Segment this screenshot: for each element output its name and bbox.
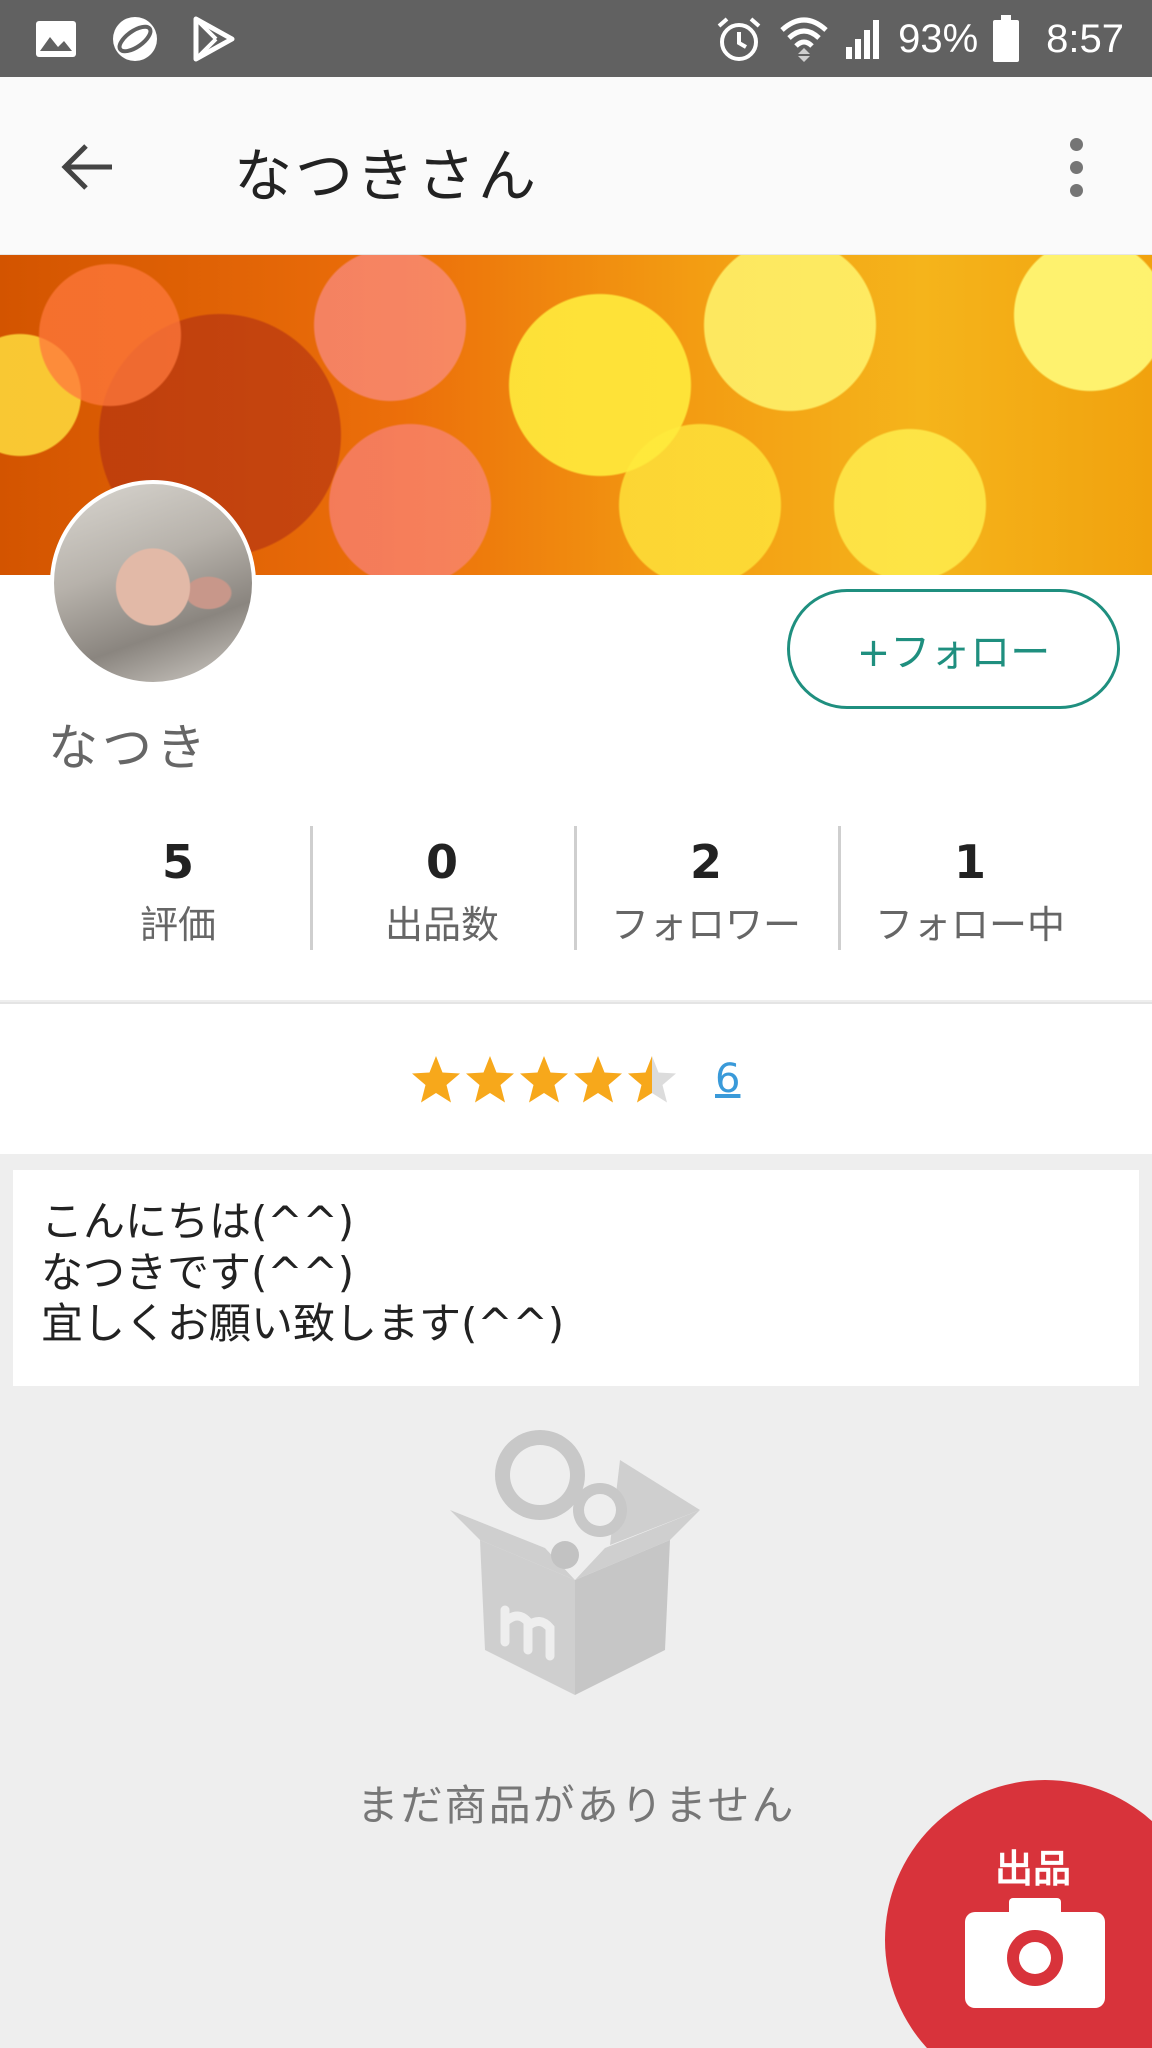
alarm-icon bbox=[717, 17, 761, 61]
stat-value: 2 bbox=[689, 835, 722, 889]
status-bar: 93% 8:57 bbox=[0, 0, 1152, 77]
stat-value: 5 bbox=[161, 835, 194, 889]
app-bar: なつきさん bbox=[0, 77, 1152, 255]
status-bar-left bbox=[34, 14, 236, 64]
star-icon bbox=[520, 1056, 568, 1103]
user-name: なつき bbox=[48, 719, 210, 777]
more-options-button[interactable] bbox=[1046, 127, 1106, 207]
star-icon bbox=[412, 1056, 460, 1103]
stat-followers[interactable]: 2 フォロワー bbox=[574, 826, 838, 950]
stat-label: フォロワー bbox=[610, 903, 801, 947]
star-rating bbox=[410, 1054, 678, 1106]
stat-value: 1 bbox=[953, 835, 986, 889]
fab-label: 出品 bbox=[995, 1847, 1072, 1891]
stat-label: フォロー中 bbox=[874, 903, 1065, 947]
arrow-back-icon bbox=[61, 144, 112, 190]
follow-button[interactable]: +フォロー bbox=[787, 589, 1120, 709]
signal-icon bbox=[846, 20, 880, 59]
star-icon bbox=[628, 1056, 676, 1103]
stat-value: 0 bbox=[425, 835, 458, 889]
empty-box-icon bbox=[450, 1430, 700, 1695]
clock: 8:57 bbox=[1046, 16, 1124, 61]
rating-count-link[interactable]: 6 bbox=[715, 1056, 740, 1102]
stat-following[interactable]: 1 フォロー中 bbox=[838, 826, 1102, 950]
stat-label: 評価 bbox=[139, 903, 216, 947]
rating-row: 6 bbox=[0, 1002, 1152, 1154]
wifi-icon bbox=[780, 17, 828, 62]
avatar[interactable] bbox=[50, 480, 256, 686]
image-icon bbox=[36, 21, 76, 57]
bio-line: 宜しくお願い致します(^^) bbox=[41, 1299, 565, 1348]
more-vert-icon bbox=[1069, 137, 1083, 151]
bio-line: なつきです(^^) bbox=[41, 1248, 355, 1297]
back-button[interactable] bbox=[48, 127, 128, 207]
profile-bio: こんにちは(^^) なつきです(^^) 宜しくお願い致します(^^) bbox=[13, 1170, 1139, 1386]
status-bar-right: 93% 8:57 bbox=[714, 10, 1124, 68]
star-icon bbox=[466, 1056, 514, 1103]
ring-icon bbox=[113, 17, 157, 61]
stat-ratings[interactable]: 5 評価 bbox=[46, 826, 310, 950]
stat-listings[interactable]: 0 出品数 bbox=[310, 826, 574, 950]
star-icon bbox=[574, 1056, 622, 1103]
camera-icon bbox=[965, 1898, 1105, 2008]
stat-label: 出品数 bbox=[384, 903, 499, 947]
page-title: なつきさん bbox=[234, 142, 540, 210]
play-store-icon bbox=[193, 16, 235, 62]
battery-percent: 93% bbox=[898, 16, 979, 61]
battery-icon bbox=[993, 15, 1020, 62]
stats-row: 5 評価 0 出品数 2 フォロワー 1 フォロー中 bbox=[46, 826, 1102, 950]
bio-line: こんにちは(^^) bbox=[41, 1197, 355, 1246]
